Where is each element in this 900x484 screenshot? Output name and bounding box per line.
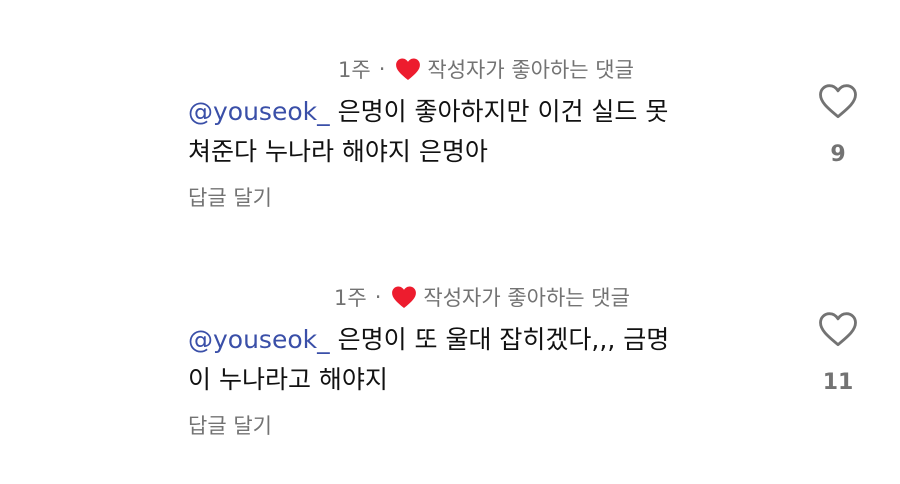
user-mention-link[interactable]: @youseok_ bbox=[188, 97, 330, 126]
author-liked-heart-icon bbox=[391, 285, 417, 309]
author-liked-label: 작성자가 좋아하는 댓글 bbox=[427, 58, 634, 82]
meta-separator: · bbox=[378, 57, 386, 81]
like-count: 11 bbox=[822, 370, 854, 395]
meta-separator: · bbox=[374, 285, 382, 309]
heart-outline-icon[interactable] bbox=[818, 310, 858, 348]
comment-meta: 1주 · 작성자가 좋아하는 댓글 bbox=[338, 54, 634, 84]
like-count: 9 bbox=[830, 142, 846, 167]
comment-time: 1주 bbox=[334, 286, 367, 310]
reply-button[interactable]: 답글 달기 bbox=[188, 410, 272, 440]
comment-text-line-1: 은명이 또 울대 잡히겠다,,, 금명 bbox=[337, 325, 670, 354]
comment-time: 1주 bbox=[338, 58, 371, 82]
comment-meta: 1주 · 작성자가 좋아하는 댓글 bbox=[334, 282, 630, 312]
heart-outline-icon[interactable] bbox=[818, 82, 858, 120]
reply-button[interactable]: 답글 달기 bbox=[188, 182, 272, 212]
comment-item: 1주 · 작성자가 좋아하는 댓글 @youseok_ 은명이 좋아하지만 이건… bbox=[0, 40, 900, 240]
comment-text-line-2: 쳐준다 누나라 해야지 은명아 bbox=[188, 137, 488, 166]
comment-text-line-2: 이 누나라고 해야지 bbox=[188, 365, 388, 394]
author-liked-label: 작성자가 좋아하는 댓글 bbox=[423, 286, 630, 310]
author-liked-heart-icon bbox=[395, 57, 421, 81]
comment-body: @youseok_ 은명이 또 울대 잡히겠다,,, 금명 이 누나라고 해야지 bbox=[188, 320, 788, 400]
user-mention-link[interactable]: @youseok_ bbox=[188, 325, 330, 354]
comment-text-line-1: 은명이 좋아하지만 이건 실드 못 bbox=[337, 97, 669, 126]
comment-body: @youseok_ 은명이 좋아하지만 이건 실드 못 쳐준다 누나라 해야지 … bbox=[188, 92, 788, 172]
comment-item: 1주 · 작성자가 좋아하는 댓글 @youseok_ 은명이 또 울대 잡히겠… bbox=[0, 270, 900, 470]
